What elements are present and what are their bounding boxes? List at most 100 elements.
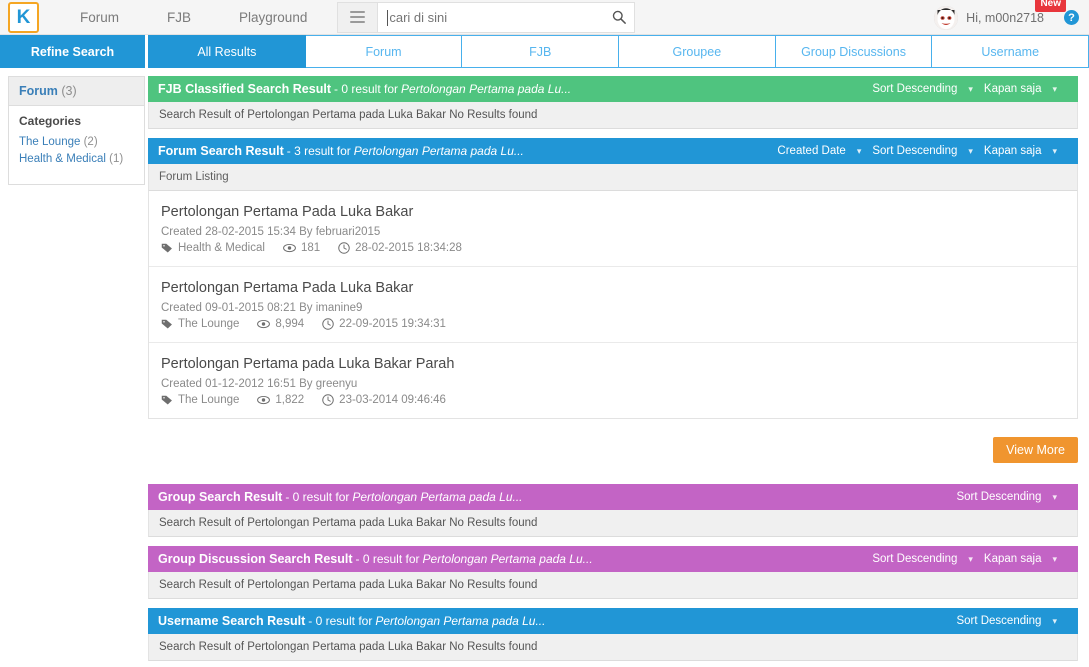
thread-category[interactable]: Health & Medical — [178, 242, 265, 254]
thread-created: Created 09-01-2015 08:21 By imanine9 — [161, 302, 363, 314]
hamburger-icon[interactable] — [337, 1, 378, 33]
username-result-title: Username Search Result — [158, 614, 306, 628]
tab-fjb[interactable]: FJB — [462, 35, 620, 68]
search-icon[interactable] — [604, 10, 634, 24]
nav-link-playground[interactable]: Playground — [215, 0, 331, 35]
page-content: Forum (3) Categories The Lounge (2) Heal… — [0, 68, 1089, 667]
fjb-result-count: - 0 result for — [333, 82, 399, 96]
tag-icon — [161, 318, 173, 330]
tab-group-discussions[interactable]: Group Discussions — [775, 35, 933, 68]
thread-category-group: Health & Medical — [161, 242, 265, 254]
categories-title: Categories — [19, 114, 82, 128]
username-sort-descending[interactable]: Sort Descending — [956, 615, 1041, 627]
refine-search-button[interactable]: Refine Search — [0, 35, 145, 68]
fjb-time-filter[interactable]: Kapan saja — [984, 83, 1042, 95]
thread-views-group: 1,822 — [257, 394, 304, 406]
username-result-block: Username Search Result - 0 result for Pe… — [148, 608, 1078, 661]
forum-result-header: Forum Search Result - 3 result for Perto… — [148, 138, 1078, 164]
thread-views: 181 — [300, 242, 321, 254]
tag-icon — [161, 242, 173, 254]
tag-icon — [161, 394, 173, 406]
search-input[interactable] — [389, 9, 605, 25]
group-sort-options: Sort Descending ▾ — [956, 491, 1068, 503]
group-discussion-result-query: Pertolongan Pertama pada Lu... — [422, 552, 593, 566]
thread-category[interactable]: The Lounge — [178, 394, 239, 406]
chevron-down-icon[interactable]: ▾ — [857, 146, 862, 157]
fjb-sort-descending[interactable]: Sort Descending — [872, 83, 957, 95]
user-greeting[interactable]: Hi, m00n2718 New — [966, 0, 1066, 25]
fjb-result-block: FJB Classified Search Result - 0 result … — [148, 76, 1078, 129]
sidebar-item-forum[interactable]: Forum (3) — [9, 77, 144, 106]
user-area: Hi, m00n2718 New ? — [934, 0, 1079, 35]
group-discussion-result-count: - 0 result for — [355, 552, 420, 566]
nav-link-fjb[interactable]: FJB — [143, 0, 215, 35]
sidebar-category-the-lounge[interactable]: The Lounge (2) — [19, 134, 134, 151]
search-field-wrapper[interactable] — [377, 1, 636, 33]
category-count: (2) — [83, 136, 98, 148]
thread-meta: The Lounge 8,994 22-09-2015 19:34:31 — [161, 318, 1065, 330]
forum-sort-descending[interactable]: Sort Descending — [872, 145, 957, 157]
sidebar-category-health-medical[interactable]: Health & Medical (1) — [19, 151, 134, 168]
thread-category-group: The Lounge — [161, 318, 239, 330]
sidebar-forum-count: (3) — [61, 84, 77, 98]
thread-title[interactable]: Pertolongan Pertama pada Luka Bakar Para… — [161, 356, 1065, 372]
new-badge: New — [1035, 0, 1066, 12]
chevron-down-icon[interactable]: ▾ — [1052, 146, 1057, 157]
eye-icon — [283, 242, 296, 254]
username-result-count: - 0 result for — [308, 614, 373, 628]
tab-all-results[interactable]: All Results — [148, 35, 306, 68]
site-logo[interactable]: K — [8, 1, 39, 33]
chevron-down-icon[interactable]: ▾ — [968, 554, 973, 565]
forum-listing-label: Forum Listing — [148, 164, 1078, 191]
view-more-button[interactable]: View More — [993, 437, 1078, 463]
group-discussion-result-title: Group Discussion Search Result — [158, 552, 353, 566]
list-item: Pertolongan Pertama Pada Luka Bakar Crea… — [149, 267, 1077, 343]
fjb-empty-message: Search Result of Pertolongan Pertama pad… — [148, 102, 1078, 129]
refine-sidebar: Forum (3) Categories The Lounge (2) Heal… — [8, 76, 145, 667]
avatar[interactable] — [934, 5, 959, 30]
thread-title[interactable]: Pertolongan Pertama Pada Luka Bakar — [161, 280, 1065, 296]
chevron-down-icon[interactable]: ▾ — [1052, 492, 1057, 503]
tab-forum[interactable]: Forum — [305, 35, 463, 68]
group-discussion-sort-descending[interactable]: Sort Descending — [872, 553, 957, 565]
group-sort-descending[interactable]: Sort Descending — [956, 491, 1041, 503]
forum-listing: Pertolongan Pertama Pada Luka Bakar Crea… — [148, 191, 1078, 419]
thread-meta: Health & Medical 181 28-02-2015 18:34:28 — [161, 242, 1065, 254]
chevron-down-icon[interactable]: ▾ — [1052, 554, 1057, 565]
help-icon[interactable]: ? — [1064, 10, 1079, 25]
tab-username[interactable]: Username — [932, 35, 1089, 68]
thread-created: Created 28-02-2015 15:34 By februari2015 — [161, 226, 381, 238]
forum-result-block: Forum Search Result - 3 result for Perto… — [148, 138, 1078, 475]
group-empty-message: Search Result of Pertolongan Pertama pad… — [148, 510, 1078, 537]
clock-icon — [322, 394, 334, 406]
chevron-down-icon[interactable]: ▾ — [968, 146, 973, 157]
user-greeting-text: Hi, m00n2718 — [966, 10, 1044, 25]
group-result-title: Group Search Result — [158, 490, 283, 504]
nav-link-forum[interactable]: Forum — [56, 0, 143, 35]
text-caret — [387, 9, 389, 26]
fjb-result-query: Pertolongan Pertama pada Lu... — [401, 82, 572, 96]
sidebar-forum-label: Forum — [19, 84, 58, 98]
thread-lastpost-group: 28-02-2015 18:34:28 — [338, 242, 462, 254]
chevron-down-icon[interactable]: ▾ — [1052, 84, 1057, 95]
results-column: FJB Classified Search Result - 0 result … — [148, 76, 1078, 667]
thread-lastpost-group: 23-03-2014 09:46:46 — [322, 394, 446, 406]
thread-views-group: 181 — [283, 242, 320, 254]
group-discussion-time-filter[interactable]: Kapan saja — [984, 553, 1042, 565]
username-empty-message: Search Result of Pertolongan Pertama pad… — [148, 634, 1078, 661]
forum-time-filter[interactable]: Kapan saja — [984, 145, 1042, 157]
category-label: Health & Medical — [19, 153, 106, 165]
chevron-down-icon[interactable]: ▾ — [1052, 616, 1057, 627]
thread-views: 1,822 — [275, 394, 305, 406]
tab-groupee[interactable]: Groupee — [619, 35, 776, 68]
forum-sort-field[interactable]: Created Date — [777, 145, 845, 157]
group-discussion-result-block: Group Discussion Search Result - 0 resul… — [148, 546, 1078, 599]
thread-last-post: 22-09-2015 19:34:31 — [339, 318, 446, 330]
thread-title[interactable]: Pertolongan Pertama Pada Luka Bakar — [161, 204, 1065, 220]
thread-views-group: 8,994 — [257, 318, 304, 330]
thread-category[interactable]: The Lounge — [178, 318, 239, 330]
username-sort-options: Sort Descending ▾ — [956, 615, 1068, 627]
group-discussion-empty-message: Search Result of Pertolongan Pertama pad… — [148, 572, 1078, 599]
eye-icon — [257, 318, 271, 330]
chevron-down-icon[interactable]: ▾ — [968, 84, 973, 95]
